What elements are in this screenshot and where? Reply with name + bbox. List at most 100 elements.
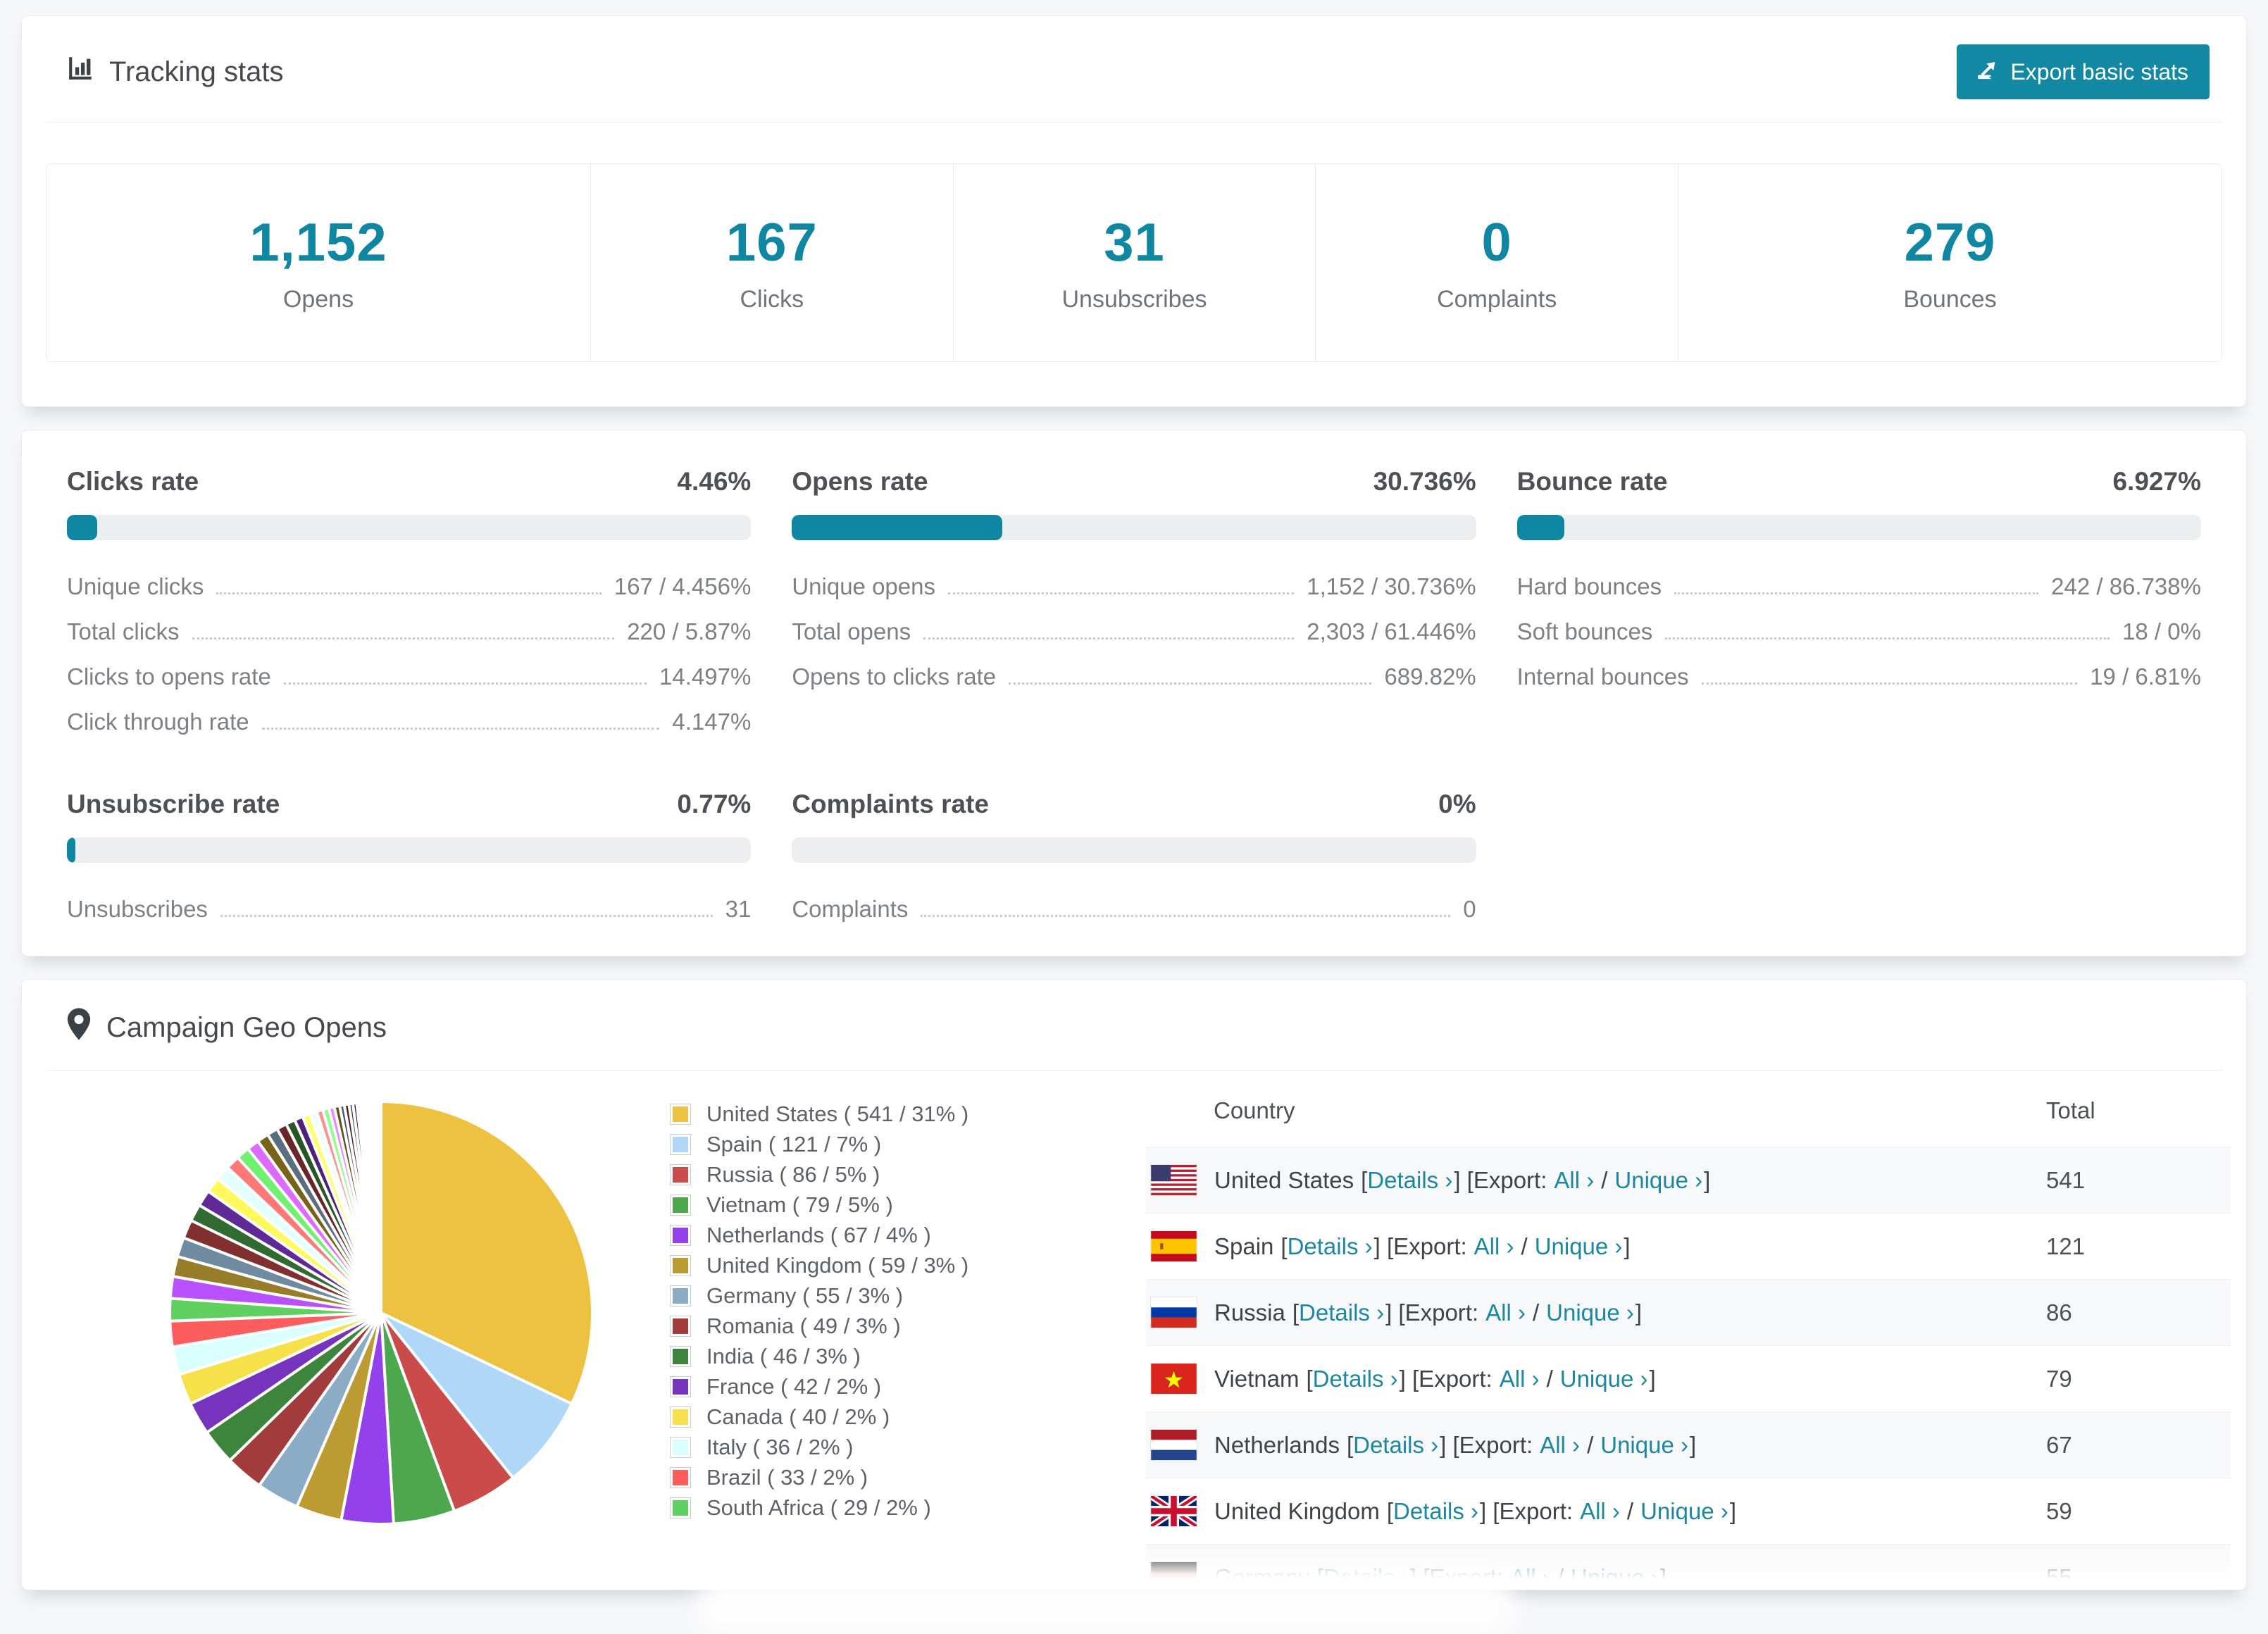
stat-unsubscribes: 31 Unsubscribes	[952, 164, 1316, 361]
bounce-rate-bar	[1516, 515, 2201, 540]
geo-content: United States ( 541 / 31% ) Spain ( 121 …	[22, 1071, 2246, 1590]
legend-swatch	[670, 1376, 691, 1397]
legend-swatch	[670, 1467, 691, 1488]
export-icon	[1975, 57, 2010, 87]
rates-empty-col	[1517, 790, 2201, 932]
stat-opens: 1,152 Opens	[46, 164, 590, 361]
stat-unsubscribes-value: 31	[1104, 213, 1165, 273]
legend-swatch	[670, 1407, 691, 1428]
legend-item: Russia ( 86 / 5% )	[670, 1162, 1061, 1187]
country-total: 121	[2046, 1233, 2086, 1259]
export-all-link[interactable]: All ›	[1540, 1432, 1580, 1459]
country-name: Russia	[1214, 1299, 1285, 1326]
export-all-link[interactable]: All ›	[1485, 1299, 1526, 1326]
export-all-link[interactable]: All ›	[1580, 1498, 1620, 1525]
details-link[interactable]: Details ›	[1323, 1564, 1409, 1590]
rate-row: Click through rate 4.147%	[67, 709, 752, 735]
legend-item: South Africa ( 29 / 2% )	[670, 1495, 1061, 1521]
unsubscribe-rate-panel: Unsubscribe rate 0.77% Unsubscribes 31	[67, 790, 752, 932]
stat-complaints-value: 0	[1481, 213, 1512, 273]
stat-opens-value: 1,152	[249, 213, 387, 273]
legend-item: Spain ( 121 / 7% )	[670, 1132, 1061, 1157]
export-unique-link[interactable]: Unique ›	[1546, 1299, 1634, 1326]
legend-item: Netherlands ( 67 / 4% )	[670, 1223, 1061, 1248]
country-name: Vietnam	[1214, 1365, 1300, 1392]
rate-row: Internal bounces 19 / 6.81%	[1516, 663, 2201, 690]
opens-rate-value: 30.736%	[1373, 467, 1476, 496]
rates-row-2: Unsubscribe rate 0.77% Unsubscribes 31 Co…	[67, 790, 2201, 932]
legend-item: France ( 42 / 2% )	[670, 1374, 1061, 1399]
details-link[interactable]: Details ›	[1353, 1432, 1438, 1459]
details-link[interactable]: Details ›	[1299, 1299, 1384, 1326]
bar-chart-icon	[67, 55, 109, 89]
legend-swatch	[670, 1225, 691, 1246]
tracking-stats-title: Tracking stats	[67, 55, 283, 89]
export-basic-stats-button[interactable]: Export basic stats	[1957, 44, 2210, 99]
legend-item: Brazil ( 33 / 2% )	[670, 1465, 1061, 1490]
opens-rate-title: Opens rate	[792, 467, 928, 496]
complaints-rate-bar	[792, 837, 1476, 863]
opens-rate-bar	[792, 515, 1476, 540]
rate-row: Unique clicks 167 / 4.456%	[67, 573, 752, 599]
total-column-header: Total	[2046, 1097, 2095, 1123]
export-unique-link[interactable]: Unique ›	[1640, 1498, 1728, 1525]
bounce-rate-title: Bounce rate	[1516, 467, 1668, 496]
export-all-link[interactable]: All ›	[1500, 1366, 1540, 1392]
rate-row: Total clicks 220 / 5.87%	[67, 618, 752, 644]
export-unique-link[interactable]: Unique ›	[1614, 1167, 1702, 1194]
tracking-stats-card: Tracking stats Export basic stats 1,152 …	[21, 15, 2247, 407]
export-unique-link[interactable]: Unique ›	[1560, 1366, 1648, 1392]
legend-swatch	[670, 1437, 691, 1458]
bounce-rate-panel: Bounce rate 6.927% Hard bounces 242 / 86.…	[1516, 467, 2201, 744]
geo-table: Country Total United States [Details ›] …	[1146, 1078, 2231, 1590]
table-row: Vietnam [Details ›] [Export: All › / Uni…	[1146, 1345, 2231, 1412]
nl-flag-icon	[1150, 1429, 1197, 1461]
export-all-link[interactable]: All ›	[1474, 1233, 1514, 1260]
export-unique-link[interactable]: Unique ›	[1535, 1233, 1623, 1260]
legend-item: United Kingdom ( 59 / 3% )	[670, 1253, 1061, 1278]
summary-stats-row: 1,152 Opens 167 Clicks 31 Unsubscribes 0…	[46, 163, 2222, 362]
rate-row: Opens to clicks rate 689.82%	[792, 663, 1476, 690]
country-name: United Kingdom	[1214, 1497, 1380, 1524]
country-name: Germany	[1214, 1564, 1310, 1590]
details-link[interactable]: Details ›	[1313, 1366, 1398, 1392]
table-row: Netherlands [Details ›] [Export: All › /…	[1146, 1411, 2231, 1478]
export-unique-link[interactable]: Unique ›	[1571, 1564, 1659, 1590]
rate-row: Clicks to opens rate 14.497%	[67, 663, 752, 690]
rate-row: Hard bounces 242 / 86.738%	[1516, 573, 2201, 599]
legend-swatch	[670, 1134, 691, 1155]
bounce-rate-value: 6.927%	[2112, 467, 2201, 496]
stat-clicks-label: Clicks	[740, 286, 804, 313]
legend-swatch	[670, 1316, 691, 1337]
export-unique-link[interactable]: Unique ›	[1600, 1432, 1688, 1459]
details-link[interactable]: Details ›	[1367, 1167, 1452, 1194]
unsubscribe-rate-bar	[67, 837, 752, 863]
country-name: Netherlands	[1214, 1431, 1340, 1458]
export-all-link[interactable]: All ›	[1554, 1167, 1594, 1194]
country-total: 55	[2046, 1564, 2072, 1590]
details-link[interactable]: Details ›	[1393, 1498, 1478, 1525]
country-total: 67	[2046, 1431, 2072, 1458]
legend-item: United States ( 541 / 31% )	[670, 1102, 1061, 1127]
table-row: United Kingdom [Details ›] [Export: All …	[1146, 1478, 2231, 1545]
legend-swatch	[670, 1195, 691, 1216]
clicks-rate-panel: Clicks rate 4.46% Unique clicks 167 / 4.4…	[67, 467, 752, 744]
legend-item: Canada ( 40 / 2% )	[670, 1404, 1061, 1430]
us-flag-icon	[1150, 1164, 1197, 1196]
legend-swatch	[670, 1164, 691, 1185]
stat-bounces: 279 Bounces	[1678, 164, 2222, 361]
export-all-link[interactable]: All ›	[1510, 1564, 1550, 1590]
rate-row: Unsubscribes 31	[67, 896, 752, 922]
stat-complaints: 0 Complaints	[1315, 164, 1678, 361]
legend-swatch	[670, 1346, 691, 1367]
details-link[interactable]: Details ›	[1288, 1233, 1373, 1260]
table-row: United States [Details ›] [Export: All ›…	[1146, 1147, 2231, 1214]
geo-opens-card: Campaign Geo Opens United States ( 541 /…	[21, 979, 2247, 1590]
clicks-rate-value: 4.46%	[677, 467, 752, 496]
es-flag-icon	[1150, 1230, 1197, 1262]
unsubscribe-rate-title: Unsubscribe rate	[67, 790, 280, 818]
stat-bounces-label: Bounces	[1903, 286, 1997, 313]
tracking-stats-header: Tracking stats Export basic stats	[46, 16, 2222, 123]
table-row: Germany [Details ›] [Export: All › / Uni…	[1146, 1544, 2231, 1590]
geo-opens-header: Campaign Geo Opens	[46, 980, 2222, 1071]
